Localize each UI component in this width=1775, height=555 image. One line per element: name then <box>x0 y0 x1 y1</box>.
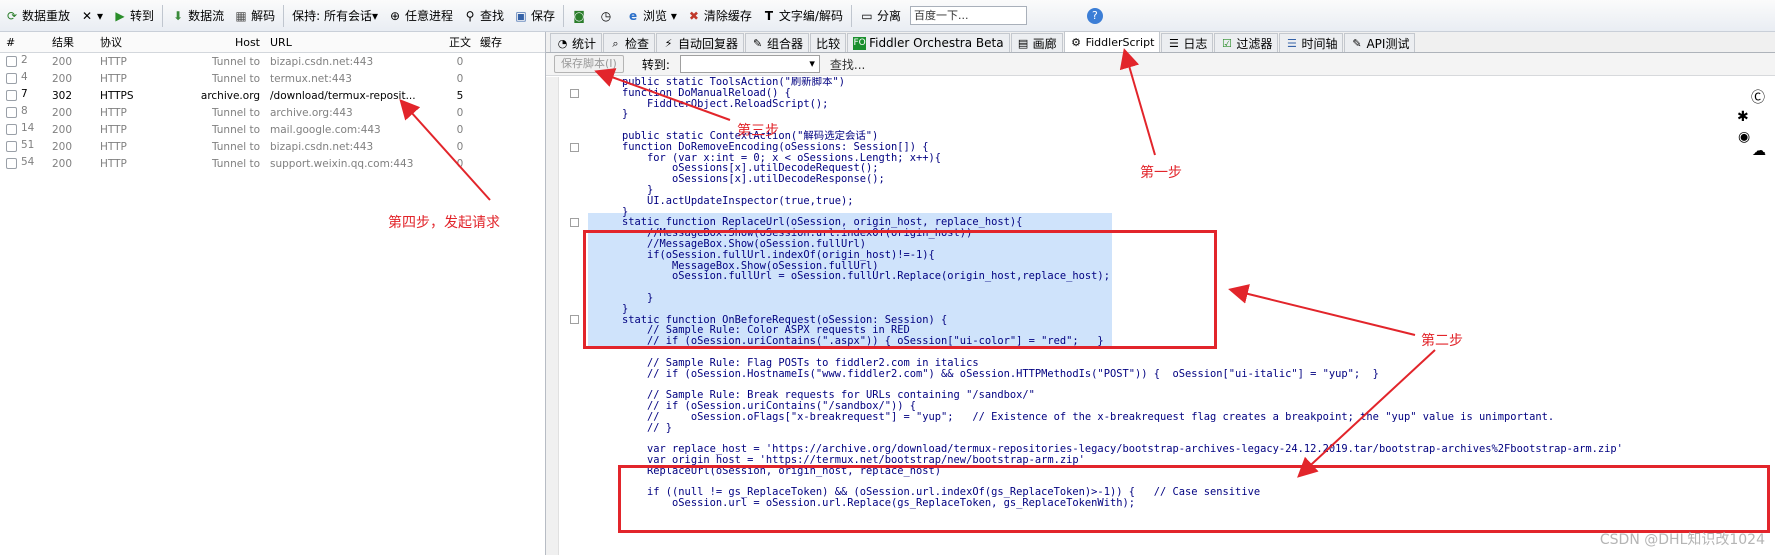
annotation-step2: 第二步 <box>1421 333 1463 349</box>
arrow-step2-b <box>1297 349 1436 478</box>
arrow-step2-a <box>1228 284 1416 336</box>
arrow-step4 <box>399 99 491 201</box>
arrow-step1 <box>1119 48 1156 156</box>
arrow-step3 <box>594 68 731 121</box>
watermark: CSDN @DHL知识改1024 <box>1599 532 1765 548</box>
annotation-step4: 第四步，发起请求 <box>388 215 500 231</box>
annotation-arrows <box>399 48 1436 478</box>
annotation-step3: 第三步 <box>737 123 779 139</box>
annotation-step1: 第一步 <box>1140 165 1182 181</box>
